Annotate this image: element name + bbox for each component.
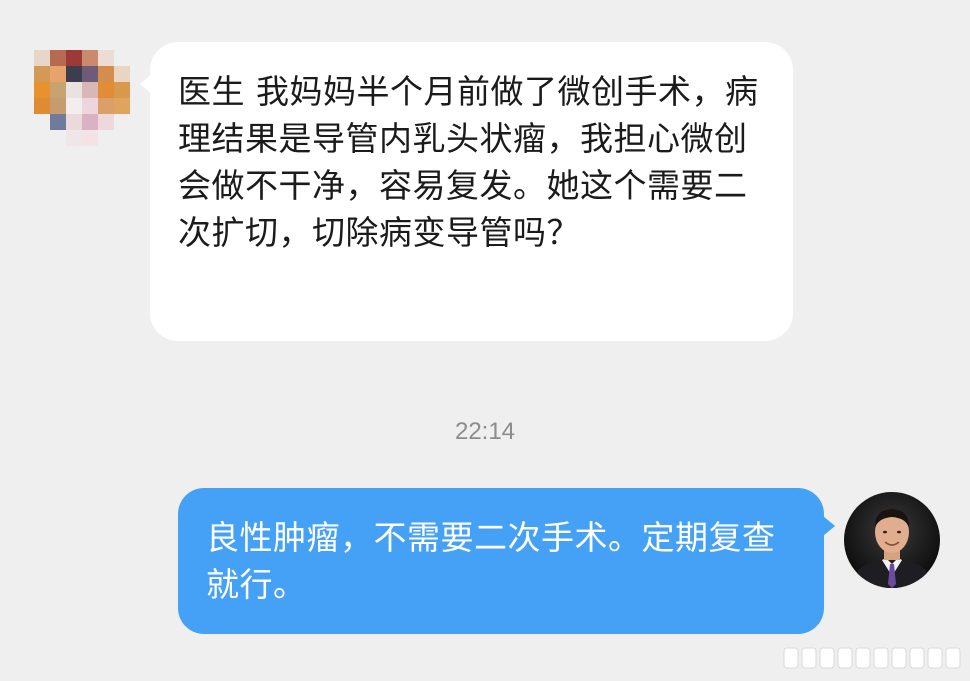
doctor-avatar[interactable] <box>844 492 940 588</box>
outgoing-message-bubble[interactable]: 良性肿瘤，不需要二次手术。定期复查就行。 <box>178 488 835 634</box>
watermark-logo <box>780 640 966 676</box>
sender-avatar[interactable] <box>34 50 132 148</box>
doctor-portrait-image <box>844 492 940 588</box>
incoming-message-text: 医生 我妈妈半个月前做了微创手术，病理结果是导管内乳头状瘤，我担心微创会做不干净… <box>178 72 759 252</box>
incoming-message-bubble[interactable]: 医生 我妈妈半个月前做了微创手术，病理结果是导管内乳头状瘤，我担心微创会做不干净… <box>140 42 793 341</box>
outgoing-message-text: 良性肿瘤，不需要二次手术。定期复查就行。 <box>206 518 776 604</box>
message-timestamp: 22:14 <box>454 418 516 445</box>
